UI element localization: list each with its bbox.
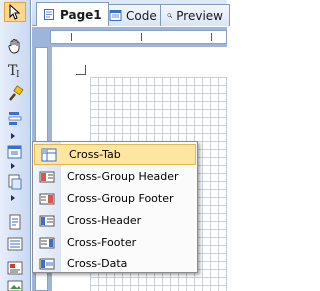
report-tool-icon[interactable] xyxy=(4,258,26,278)
cross-group-header-icon xyxy=(39,171,55,182)
menu-item-cross-data[interactable]: Cross-Data xyxy=(33,253,197,274)
menu-item-label: Cross-Header xyxy=(67,214,142,227)
tab-label: Preview xyxy=(176,8,223,23)
ruler-tick xyxy=(211,33,212,41)
cross-data-icon xyxy=(39,258,55,269)
menu-item-cross-header[interactable]: Cross-Header xyxy=(33,210,197,231)
tab-page1[interactable]: Page1 xyxy=(36,2,109,26)
data-band-expander[interactable] xyxy=(11,195,15,201)
cross-band-expander[interactable] xyxy=(11,163,15,169)
pointer-icon[interactable] xyxy=(4,2,26,22)
menu-item-label: Cross-Tab xyxy=(69,148,121,161)
cross-tab-icon xyxy=(41,148,57,161)
ruler-tick xyxy=(71,33,72,41)
cross-header-icon xyxy=(39,215,55,226)
page-icon xyxy=(44,9,54,20)
hand-icon[interactable] xyxy=(4,36,26,56)
toolbox: TI xyxy=(0,0,31,291)
image-tool-icon[interactable] xyxy=(4,276,26,291)
menu-item-label: Cross-Group Header xyxy=(67,170,179,183)
list-tool-icon[interactable] xyxy=(4,234,26,254)
format-painter-icon[interactable] xyxy=(4,84,26,104)
document-tab-bar: Page1 Code Preview xyxy=(32,0,230,26)
cross-footer-icon xyxy=(39,237,55,248)
tab-label: Code xyxy=(126,8,157,23)
menu-item-label: Cross-Group Footer xyxy=(67,192,174,205)
tab-label: Page1 xyxy=(60,7,102,22)
page-corner-mark xyxy=(76,65,86,75)
menu-item-label: Cross-Data xyxy=(67,257,128,270)
cross-band-tool-icon[interactable] xyxy=(4,142,26,162)
code-icon xyxy=(109,10,122,21)
page-tool-icon[interactable] xyxy=(4,212,26,232)
tab-code[interactable]: Code xyxy=(102,4,164,26)
text-tool-icon[interactable]: TI xyxy=(4,60,26,80)
menu-item-cross-group-header[interactable]: Cross-Group Header xyxy=(33,166,197,187)
menu-item-cross-group-footer[interactable]: Cross-Group Footer xyxy=(33,188,197,209)
band-tool-icon[interactable] xyxy=(4,108,26,128)
menu-item-cross-tab[interactable]: Cross-Tab xyxy=(34,144,196,165)
data-band-tool-icon[interactable] xyxy=(4,172,26,192)
preview-icon xyxy=(167,13,173,19)
menu-item-label: Cross-Footer xyxy=(67,236,137,249)
svg-text:I: I xyxy=(16,70,20,79)
band-tool-expander[interactable] xyxy=(11,133,15,139)
horizontal-ruler xyxy=(50,30,227,44)
ruler-tick xyxy=(141,33,142,41)
menu-item-cross-footer[interactable]: Cross-Footer xyxy=(33,232,197,253)
cross-group-footer-icon xyxy=(39,193,55,204)
tab-preview[interactable]: Preview xyxy=(160,4,230,26)
cross-band-menu: Cross-Tab Cross-Group Header Cross-Group… xyxy=(32,141,198,273)
